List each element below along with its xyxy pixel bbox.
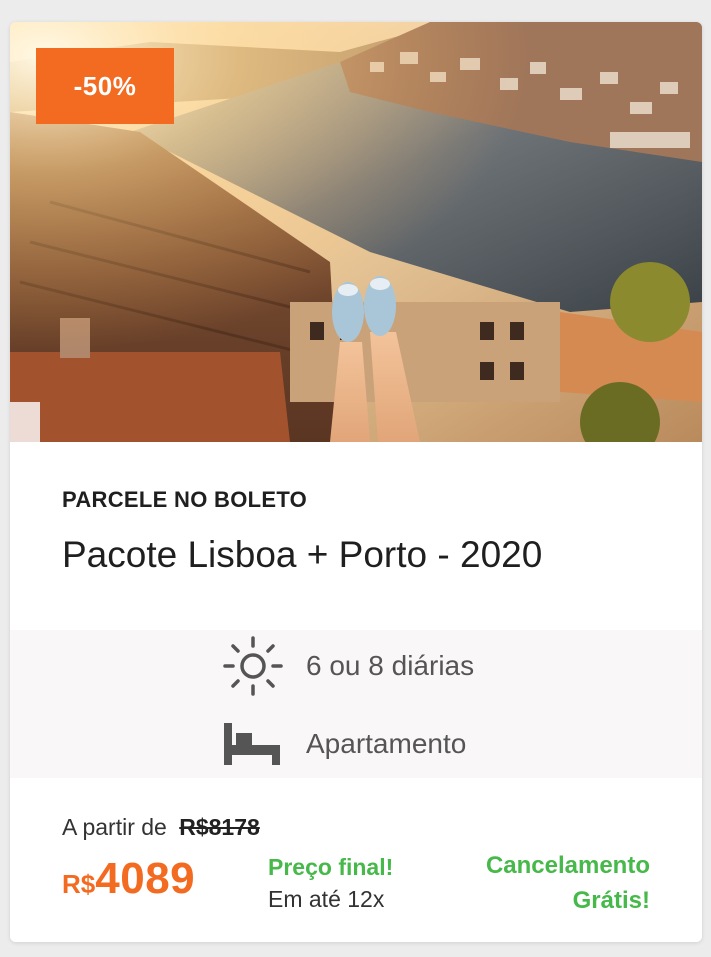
hero-image[interactable]: -50% (10, 22, 702, 442)
package-header: PARCELE NO BOLETO Pacote Lisboa + Porto … (10, 442, 702, 630)
lodging-label: Apartamento (306, 728, 467, 759)
price-from: A partir de R$8178 (62, 814, 260, 841)
final-price-label: Preço final! (268, 854, 394, 880)
from-label: A partir de (62, 814, 167, 840)
days-label: 6 ou 8 diárias (306, 650, 475, 681)
sun-icon (220, 636, 286, 696)
installments-label: Em até 12x (268, 886, 385, 912)
features-list: 6 ou 8 diárias Apartamento (10, 630, 702, 778)
old-price: R$8178 (179, 814, 260, 840)
payment-tag: PARCELE NO BOLETO (62, 487, 308, 512)
price-amount: 4089 (95, 854, 196, 903)
cancellation-line1: Cancelamento (485, 852, 650, 879)
price-currency: R$ (62, 869, 96, 899)
package-card[interactable]: -50% PARCELE NO BOLETO Pacote Lisboa + P… (10, 22, 702, 942)
free-cancellation: Cancelamento Grátis! (486, 848, 650, 918)
feature-days: 6 ou 8 diárias (220, 636, 474, 696)
feature-lodging: Apartamento (220, 714, 466, 774)
discount-badge: -50% (36, 48, 174, 124)
current-price: R$ 4089 (62, 854, 195, 904)
bed-icon (220, 714, 286, 774)
package-title[interactable]: Pacote Lisboa + Porto - 2020 (62, 532, 622, 577)
price-section: A partir de R$8178 R$ 4089 Preço final! … (10, 778, 702, 942)
cancellation-line2: Grátis! (572, 887, 650, 914)
